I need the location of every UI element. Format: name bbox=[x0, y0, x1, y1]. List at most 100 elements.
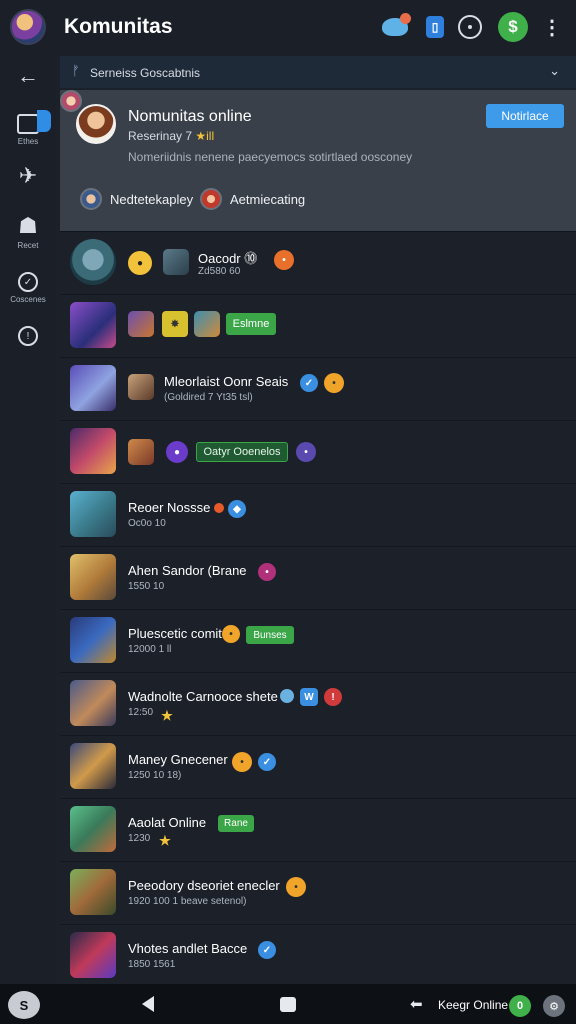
featured-subtitle: Reserinay 7 ★ill bbox=[128, 129, 214, 143]
list-item[interactable]: Mleorlaist Oonr Seais (Goldired 7 Yt35 t… bbox=[60, 358, 576, 421]
notification-indicator bbox=[37, 110, 51, 132]
game-thumbnail bbox=[70, 428, 116, 474]
member-chip-label: Nedtetekapley bbox=[110, 191, 194, 207]
bird-icon[interactable] bbox=[380, 12, 411, 42]
bag-icon: ☗ bbox=[18, 213, 38, 238]
avatar bbox=[80, 188, 102, 210]
filter-icon: ᚠ bbox=[72, 63, 80, 78]
game-thumbnail bbox=[70, 302, 116, 348]
left-rail: ← Ethes ✈ ☗ Recet ✓ Coscenes ! bbox=[0, 56, 56, 984]
avatar[interactable] bbox=[60, 90, 82, 112]
list-item[interactable]: ● Oatyr Ooenelos • bbox=[60, 421, 576, 484]
row-subtitle: 1250 10 18) bbox=[128, 770, 182, 781]
status-badge: Oatyr Ooenelos bbox=[196, 442, 288, 462]
game-thumbnail bbox=[70, 617, 116, 663]
verified-icon: ✓ bbox=[258, 941, 276, 959]
row-subtitle: 12000 1 ll bbox=[128, 644, 172, 655]
row-subtitle: Oc0o 10 bbox=[128, 518, 166, 529]
bottom-nav: S ⬅ Keegr Online 0 ⚙ bbox=[0, 984, 576, 1024]
clock-icon[interactable] bbox=[458, 15, 482, 39]
emoji-icon: • bbox=[296, 442, 316, 462]
game-thumbnail bbox=[70, 743, 116, 789]
list-item[interactable]: Pluescetic comit 12000 1 ll • Bunses bbox=[60, 610, 576, 673]
rail-item-info[interactable]: ! bbox=[0, 326, 56, 346]
row-title: Oacodr ⓾ bbox=[198, 251, 258, 266]
game-thumbnail bbox=[70, 680, 116, 726]
rail-item-recent[interactable]: ☗ Recet bbox=[0, 213, 56, 251]
orb-icon: ● bbox=[166, 441, 188, 463]
row-subtitle: 1230 bbox=[128, 833, 151, 844]
game-thumbnail bbox=[70, 491, 116, 537]
filter-dropdown[interactable]: ᚠ Serneiss Goscabtnis ⌄ bbox=[60, 56, 576, 88]
star-icon: ★ bbox=[161, 708, 173, 723]
row-title: Ahen Sandor (Brane bbox=[128, 563, 247, 578]
row-title: Wadnolte Carnooce shete bbox=[128, 689, 278, 704]
list-item[interactable]: Reoer Nossse Oc0o 10 ◆ bbox=[60, 484, 576, 547]
list-item[interactable]: Ahen Sandor (Brane 1550 10 • bbox=[60, 547, 576, 610]
recents-square-icon[interactable] bbox=[280, 997, 296, 1012]
avatar bbox=[163, 249, 189, 275]
rail-item-back[interactable]: ← bbox=[0, 64, 56, 88]
pin-icon: ✈ bbox=[18, 163, 38, 188]
featured-avatar[interactable] bbox=[76, 104, 116, 144]
arrow-left-icon[interactable]: ⬅ bbox=[410, 995, 423, 1013]
list-item[interactable]: ● Oacodr ⓾ Zd580 60 • bbox=[60, 232, 576, 295]
badge-icon[interactable]: ▯ bbox=[420, 12, 450, 42]
avatar bbox=[128, 374, 154, 400]
status-badge: Eslmne bbox=[226, 313, 276, 335]
list-item[interactable]: Vhotes andlet Bacce 1850 1561 ✓ bbox=[60, 925, 576, 988]
emoji-icon: • bbox=[286, 877, 306, 897]
row-subtitle: Zd580 60 bbox=[198, 266, 241, 277]
row-title: Aaolat Online bbox=[128, 815, 207, 830]
online-toggle-icon[interactable]: 0 bbox=[509, 995, 531, 1017]
chevron-down-icon: ⌄ bbox=[549, 63, 560, 78]
status-badge: Bunses bbox=[246, 626, 294, 644]
more-icon[interactable]: ⋮ bbox=[540, 12, 564, 42]
list-item[interactable]: ✸ Eslmne bbox=[60, 295, 576, 358]
star-icon: ★ bbox=[159, 833, 171, 848]
member-chip[interactable]: Aetmiecating bbox=[200, 188, 305, 210]
emoji-icon: • bbox=[222, 625, 240, 643]
row-title: Vhotes andlet Bacce bbox=[128, 941, 248, 956]
top-bar: Komunitas ▯ $ ⋮ bbox=[0, 0, 576, 56]
avatar bbox=[128, 439, 154, 465]
game-thumbnail bbox=[70, 365, 116, 411]
row-subtitle: 12:50 bbox=[128, 707, 154, 718]
rail-item-scenes[interactable]: ✓ Coscenes bbox=[0, 272, 56, 304]
star-icon: ✸ bbox=[162, 311, 188, 337]
home-icon[interactable]: S bbox=[8, 991, 40, 1019]
emoji-icon: ● bbox=[128, 251, 152, 275]
rail-item-notes[interactable]: Ethes bbox=[0, 110, 56, 146]
avatar bbox=[200, 188, 222, 210]
featured-description: Nomeriidnis nenene paecyemocs sotirtlaed… bbox=[128, 150, 413, 164]
list-item[interactable]: Aaolat Online 1230 Rane ★ bbox=[60, 799, 576, 862]
settings-icon[interactable]: ⚙ bbox=[543, 995, 565, 1017]
dollar-icon[interactable]: $ bbox=[498, 12, 528, 42]
list-item[interactable]: Maney Gnecener 1250 10 18) • ✓ bbox=[60, 736, 576, 799]
status-dot-icon bbox=[214, 503, 224, 513]
game-thumbnail bbox=[70, 869, 116, 915]
row-title: Mleorlaist Oonr Seais bbox=[164, 374, 289, 389]
back-triangle-icon[interactable] bbox=[142, 996, 154, 1012]
featured-action-button[interactable]: Notirlace bbox=[486, 104, 564, 128]
online-status-label: Keegr Online bbox=[438, 998, 509, 1012]
row-subtitle: (Goldired 7 Yt35 tsl) bbox=[164, 392, 253, 403]
featured-title: Nomunitas online bbox=[128, 108, 252, 125]
info-circle-icon: ! bbox=[18, 326, 38, 346]
list-item[interactable]: Peeodory dseoriet enecler 1920 100 1 bea… bbox=[60, 862, 576, 925]
app-avatar[interactable] bbox=[10, 9, 46, 45]
featured-panel: Nomunitas online Reserinay 7 ★ill Nomeri… bbox=[60, 90, 576, 232]
avatar bbox=[128, 311, 154, 337]
game-thumbnail bbox=[70, 239, 116, 285]
member-chip[interactable]: Nedtetekapley bbox=[80, 188, 193, 210]
rail-item-pin[interactable]: ✈ bbox=[0, 164, 56, 188]
game-thumbnail bbox=[70, 806, 116, 852]
list-item[interactable]: Wadnolte Carnooce shete 12:50 ★ W ! bbox=[60, 673, 576, 736]
verified-icon: ✓ bbox=[258, 753, 276, 771]
row-title: Peeodory dseoriet enecler bbox=[128, 878, 280, 893]
avatar bbox=[194, 311, 220, 337]
verified-icon: ✓ bbox=[300, 374, 318, 392]
notes-icon bbox=[17, 110, 51, 134]
emoji-icon: • bbox=[232, 752, 252, 772]
game-thumbnail bbox=[70, 932, 116, 978]
